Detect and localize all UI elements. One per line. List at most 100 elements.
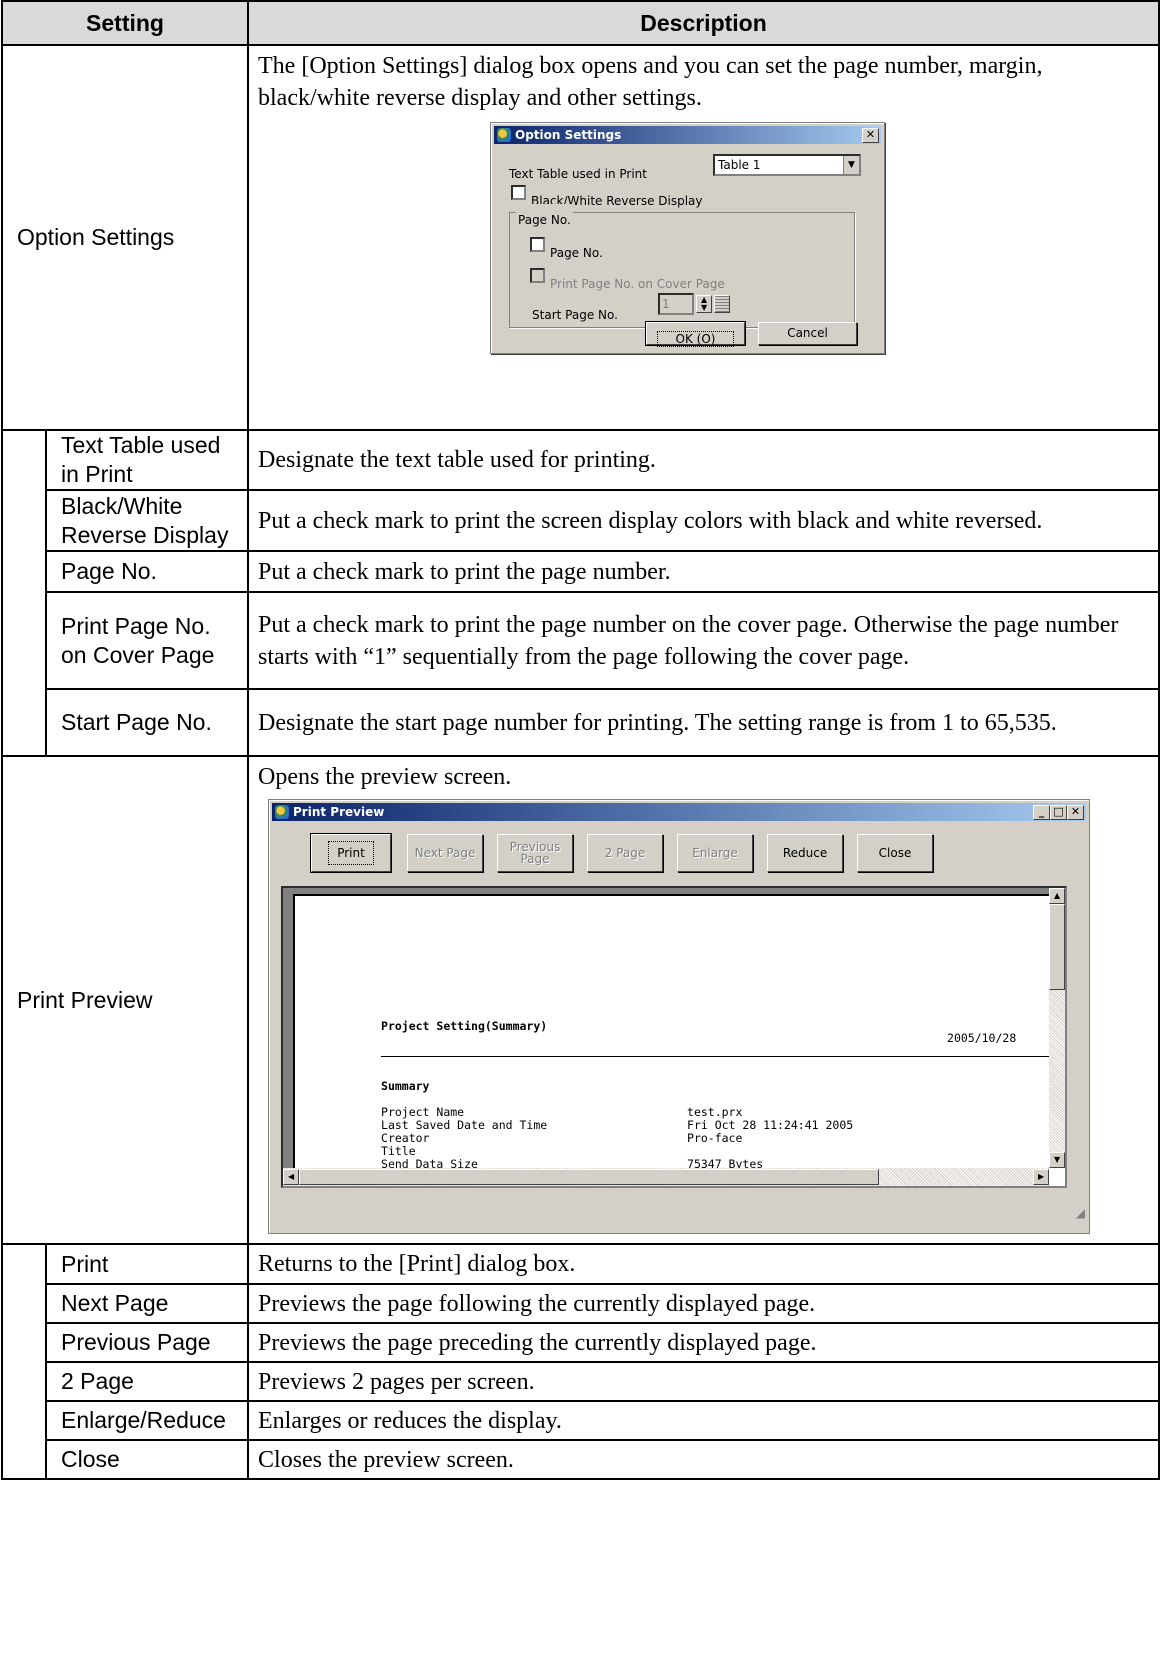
table-row: Close Closes the preview screen. [1, 1439, 1161, 1480]
option-sub-description: Designate the start page number for prin… [247, 688, 1161, 757]
option-settings-row: Option Settings The [Option Settings] di… [0, 44, 1161, 431]
print-preview-label: Print Preview [0, 755, 250, 1245]
close-icon[interactable]: ✕ [1067, 805, 1085, 820]
preview-titlebar: Print Preview _ □ ✕ [272, 803, 1087, 821]
chevron-down-icon[interactable]: ▼ [843, 156, 860, 174]
table-row: Enlarge/Reduce Enlarges or reduces the d… [1, 1400, 1161, 1441]
sheet-row-key: Creator [381, 1131, 430, 1145]
sheet-row-value: test.prx [687, 1105, 743, 1119]
spin-arrows-icon[interactable]: ▲ ▼ [696, 295, 713, 313]
table-row: Print Page No. on Cover Page Put a check… [1, 591, 1161, 690]
preview-sheet: Project Setting(Summary) 2005/10/28 Summ… [293, 894, 1066, 1186]
option-settings-description-cell: The [Option Settings] dialog box opens a… [247, 44, 1161, 431]
text-table-select[interactable]: Table 1 ▼ [713, 154, 862, 176]
table-row: Next Page Previews the page following th… [1, 1283, 1161, 1324]
table-row: Black/White Reverse Display Put a check … [1, 489, 1161, 552]
scroll-left-icon[interactable]: ◀ [283, 1169, 300, 1185]
table-row: Start Page No. Designate the start page … [1, 688, 1161, 757]
grid-icon[interactable] [714, 295, 731, 313]
option-sub-label: Black/White Reverse Display [44, 489, 250, 552]
option-settings-label: Option Settings [0, 44, 250, 431]
close-button[interactable]: Close [857, 834, 934, 872]
option-settings-dialog: Option Settings ✕ Text Table used in Pri… [490, 122, 886, 354]
option-sub-description: Put a check mark to print the page numbe… [247, 550, 1161, 593]
option-sub-label: Text Table used in Print [44, 429, 250, 491]
page-no-group: Page No. Page No. Print Page No. on Cove… [509, 204, 856, 328]
sheet-row-value: Pro-face [687, 1131, 743, 1145]
scroll-up-icon[interactable]: ▲ [1049, 888, 1066, 904]
enlarge-button[interactable]: Enlarge [677, 834, 754, 872]
preview-sub-description: Previews 2 pages per screen. [247, 1361, 1161, 1402]
horizontal-scroll-thumb[interactable] [299, 1169, 880, 1185]
preview-sub-label: Next Page [44, 1283, 250, 1324]
preview-sub-label: Close [44, 1439, 250, 1480]
sheet-row-value: Fri Oct 28 11:24:41 2005 [687, 1118, 854, 1132]
two-page-button[interactable]: 2 Page [587, 834, 664, 872]
preview-sub-label: Previous Page [44, 1322, 250, 1363]
print-button[interactable]: Print [310, 833, 393, 873]
sheet-row-key: Title [381, 1144, 416, 1158]
preview-sub-description: Returns to the [Print] dialog box. [247, 1243, 1161, 1285]
preview-sub-description: Previews the page preceding the currentl… [247, 1322, 1161, 1363]
resize-grip-icon[interactable]: ◢ [1076, 1197, 1085, 1229]
close-icon[interactable]: ✕ [862, 128, 880, 143]
table-row: Print Returns to the [Print] dialog box. [1, 1243, 1161, 1285]
sheet-divider [381, 1056, 1066, 1057]
preview-area[interactable]: Project Setting(Summary) 2005/10/28 Summ… [281, 886, 1068, 1188]
table-row: Previous Page Previews the page precedin… [1, 1322, 1161, 1363]
option-sub-description: Designate the text table used for printi… [247, 429, 1161, 491]
scroll-down-icon[interactable]: ▼ [1049, 1152, 1066, 1168]
ok-button[interactable]: OK (O) [645, 321, 747, 347]
vertical-scroll-track[interactable] [1049, 990, 1066, 1154]
option-sub-description: Put a check mark to print the page numbe… [247, 591, 1161, 690]
page-no-checkbox[interactable] [530, 237, 546, 252]
option-settings-description: The [Option Settings] dialog box opens a… [258, 53, 1043, 111]
cancel-button[interactable]: Cancel [758, 322, 858, 345]
table-row: Text Table used in Print Designate the t… [1, 429, 1161, 491]
sheet-section: Summary [381, 1079, 430, 1093]
maximize-icon[interactable]: □ [1050, 805, 1068, 820]
print-preview-description: Opens the preview screen. [258, 764, 512, 790]
preview-sub-label: Print [44, 1243, 250, 1285]
preview-title: Print Preview [293, 805, 385, 819]
preview-sub-description: Closes the preview screen. [247, 1439, 1161, 1480]
preview-sub-label: Enlarge/Reduce [44, 1400, 250, 1441]
page-no-label: Page No. [550, 246, 603, 260]
preview-sub-description: Previews the page following the currentl… [247, 1283, 1161, 1324]
option-sub-label: Page No. [44, 550, 250, 593]
app-icon [275, 805, 290, 819]
print-preview-description-cell: Opens the preview screen. Print Preview … [247, 755, 1161, 1245]
header-description: Description [247, 0, 1161, 46]
dialog-title: Option Settings [515, 128, 622, 142]
bw-reverse-checkbox[interactable] [511, 185, 527, 200]
preview-sub-description: Enlarges or reduces the display. [247, 1400, 1161, 1441]
previous-page-button[interactable]: Previous Page [497, 834, 574, 872]
text-table-value: Table 1 [718, 158, 761, 172]
reduce-button[interactable]: Reduce [767, 834, 844, 872]
start-page-input[interactable]: 1 [658, 293, 695, 315]
preview-sub-label: 2 Page [44, 1361, 250, 1402]
scroll-right-icon[interactable]: ▶ [1033, 1169, 1050, 1185]
sheet-date: 2005/10/28 [947, 1031, 1017, 1045]
cover-page-checkbox[interactable] [530, 268, 546, 283]
minimize-icon[interactable]: _ [1033, 805, 1051, 820]
table-header-row: Setting Description [0, 0, 1161, 46]
print-preview-row: Print Preview Opens the preview screen. … [0, 755, 1161, 1245]
app-icon [497, 128, 512, 142]
sheet-heading: Project Setting(Summary) [381, 1019, 548, 1033]
table-row: 2 Page Previews 2 pages per screen. [1, 1361, 1161, 1402]
print-preview-window: Print Preview _ □ ✕ Print Next Page Prev… [268, 799, 1091, 1234]
option-sub-label: Start Page No. [44, 688, 250, 757]
settings-table: Setting Description Option Settings The … [0, 0, 1161, 1480]
sheet-row-key: Project Name [381, 1105, 465, 1119]
header-setting: Setting [0, 0, 250, 46]
dialog-titlebar: Option Settings ✕ [494, 126, 882, 144]
option-sub-label: Print Page No. on Cover Page [44, 591, 250, 690]
page-no-group-title: Page No. [516, 204, 573, 236]
start-page-label: Start Page No. [532, 308, 618, 322]
table-row: Page No. Put a check mark to print the p… [1, 550, 1161, 593]
option-sub-description: Put a check mark to print the screen dis… [247, 489, 1161, 552]
vertical-scroll-thumb[interactable] [1049, 904, 1066, 990]
next-page-button[interactable]: Next Page [407, 834, 484, 872]
sheet-row-key: Last Saved Date and Time [381, 1118, 548, 1132]
